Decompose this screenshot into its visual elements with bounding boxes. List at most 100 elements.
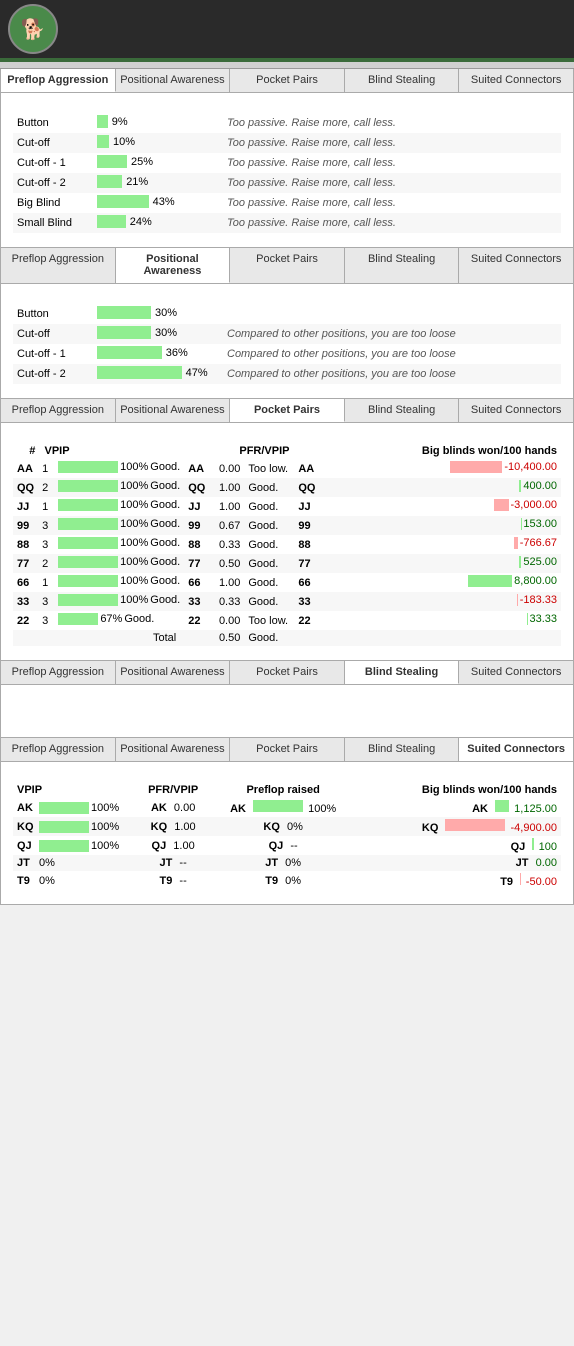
tab-suited-1[interactable]: Suited Connectors — [459, 69, 573, 92]
table-row: T9 0% T9 -- T9 0% T9 -50.00 — [13, 871, 561, 890]
pct-label: 47% — [186, 367, 208, 379]
vpip-bar-cell: 67% Good. — [54, 611, 184, 630]
tab-pocket-5[interactable]: Pocket Pairs — [230, 738, 345, 761]
table-row: QJ 100% QJ 1.00 QJ -- QJ 100 — [13, 836, 561, 855]
table-row: Cut-off - 2 21% Too passive. Raise more,… — [13, 173, 561, 193]
tab-positional-1[interactable]: Positional Awareness — [116, 69, 231, 92]
tab-blind-5[interactable]: Blind Stealing — [345, 738, 460, 761]
pfr-value: 0.00 — [174, 802, 195, 814]
pair2-label: 33 — [184, 592, 209, 611]
tab-suited-3[interactable]: Suited Connectors — [459, 399, 573, 422]
bar-cell: 21% — [93, 173, 223, 193]
bb-label: 525.00 — [523, 556, 557, 568]
total-bb — [294, 630, 561, 646]
bar-cell: 47% — [93, 364, 223, 384]
message: Too passive. Raise more, call less. — [223, 133, 561, 153]
bb-label: -183.33 — [520, 594, 557, 606]
position-label: Small Blind — [13, 213, 93, 233]
pair3-label: AA — [294, 459, 319, 478]
pp-pfr-header: PFR/VPIP — [209, 443, 319, 459]
pfr-value: 0.33 — [209, 535, 244, 554]
tab-blind-2[interactable]: Blind Stealing — [345, 248, 460, 283]
table-row: Button 9% Too passive. Raise more, call … — [13, 113, 561, 133]
hand4-label: JT — [516, 857, 529, 869]
tab-bar-5: Preflop Aggression Positional Awareness … — [0, 738, 574, 762]
pair2-label: QQ — [184, 478, 209, 497]
vpip-bar-cell: 100% Good. — [54, 535, 184, 554]
bar-cell: 10% — [93, 133, 223, 153]
hand4-label: KQ — [422, 822, 439, 834]
sc-pfr-cell: QJ 1.00 — [123, 836, 223, 855]
tab-suited-5[interactable]: Suited Connectors — [459, 738, 573, 761]
tab-pocket-1[interactable]: Pocket Pairs — [230, 69, 345, 92]
pfr-value: 0.00 — [209, 459, 244, 478]
tab-suited-2[interactable]: Suited Connectors — [459, 248, 573, 283]
preflop-section: Button 9% Too passive. Raise more, call … — [0, 93, 574, 248]
pfr-value: 0.50 — [209, 554, 244, 573]
tab-blind-1[interactable]: Blind Stealing — [345, 69, 460, 92]
vpip-bar-cell: 100% Good. — [54, 592, 184, 611]
tab-positional-2[interactable]: Positional Awareness — [116, 248, 231, 283]
suited-table: VPIP PFR/VPIP Preflop raised Big blinds … — [13, 782, 561, 890]
bar-cell: 9% — [93, 113, 223, 133]
pct-label: 43% — [153, 196, 175, 208]
message: Compared to other positions, you are too… — [223, 364, 561, 384]
tab-preflop-1[interactable]: Preflop Aggression — [1, 69, 116, 92]
pfr-msg: Good. — [244, 535, 294, 554]
tab-preflop-2[interactable]: Preflop Aggression — [1, 248, 116, 283]
sc-bb-cell: QJ 100 — [343, 836, 561, 855]
tab-positional-3[interactable]: Positional Awareness — [116, 399, 231, 422]
tab-preflop-4[interactable]: Preflop Aggression — [1, 661, 116, 684]
hand-label: QJ — [17, 840, 37, 852]
positional-table: Button 30% Cut-off 30% Compared to other… — [13, 304, 561, 384]
tab-positional-4[interactable]: Positional Awareness — [116, 661, 231, 684]
avatar: 🐕 — [8, 4, 58, 54]
hand3-label: T9 — [265, 875, 278, 887]
table-row: 66 1 100% Good. 66 1.00 Good. 66 8,800.0… — [13, 573, 561, 592]
table-row: Cut-off - 2 47% Compared to other positi… — [13, 364, 561, 384]
hand3-label: JT — [265, 857, 278, 869]
hand2-label: JT — [160, 857, 173, 869]
tab-pocket-2[interactable]: Pocket Pairs — [230, 248, 345, 283]
message: Too passive. Raise more, call less. — [223, 173, 561, 193]
vpip-msg: Good. — [150, 575, 180, 587]
table-row: AK 100% AK 0.00 AK 100% AK 1,125.00 — [13, 798, 561, 817]
tab-preflop-5[interactable]: Preflop Aggression — [1, 738, 116, 761]
vpip-bar-cell: 100% Good. — [54, 478, 184, 497]
vpip-bar-cell: 100% Good. — [54, 459, 184, 478]
sc-preflop-header: Preflop raised — [223, 782, 343, 798]
tab-blind-3[interactable]: Blind Stealing — [345, 399, 460, 422]
pct-label: 10% — [113, 136, 135, 148]
hand-label: JT — [17, 857, 37, 869]
sc-pfr-cell: AK 0.00 — [123, 798, 223, 817]
tab-bar-2: Preflop Aggression Positional Awareness … — [0, 248, 574, 284]
bb-label: -4,900.00 — [511, 822, 557, 834]
vpip-pct: 100% — [120, 537, 148, 549]
position-label: Cut-off — [13, 324, 93, 344]
hand3-label: QJ — [269, 840, 284, 852]
pair-count: 2 — [38, 554, 54, 573]
table-row: Cut-off - 1 25% Too passive. Raise more,… — [13, 153, 561, 173]
total-row: Total 0.50 Good. — [13, 630, 561, 646]
pair2-label: AA — [184, 459, 209, 478]
pair3-label: QQ — [294, 478, 319, 497]
tab-positional-5[interactable]: Positional Awareness — [116, 738, 231, 761]
bar-cell: 25% — [93, 153, 223, 173]
tab-pocket-3[interactable]: Pocket Pairs — [230, 399, 345, 422]
pair2-label: 22 — [184, 611, 209, 630]
vpip-bar-cell: 100% Good. — [54, 516, 184, 535]
pair-label: 33 — [13, 592, 38, 611]
pair3-label: 77 — [294, 554, 319, 573]
header: 🐕 — [0, 0, 574, 58]
tab-blind-4[interactable]: Blind Stealing — [345, 661, 460, 684]
tab-preflop-3[interactable]: Preflop Aggression — [1, 399, 116, 422]
pair-count: 3 — [38, 592, 54, 611]
tab-pocket-4[interactable]: Pocket Pairs — [230, 661, 345, 684]
pair2-label: 66 — [184, 573, 209, 592]
vpip-pct: 100% — [120, 461, 148, 473]
tab-suited-4[interactable]: Suited Connectors — [459, 661, 573, 684]
pocket-section: # VPIP PFR/VPIP Big blinds won/100 hands… — [0, 423, 574, 661]
pair-count: 3 — [38, 535, 54, 554]
vpip-pct: 100% — [120, 480, 148, 492]
bar-cell: 30% — [93, 304, 223, 324]
